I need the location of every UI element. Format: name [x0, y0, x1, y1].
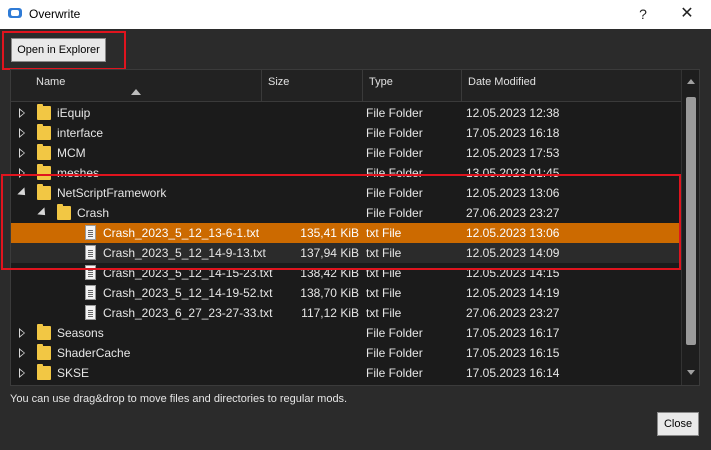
- collapsed-arrow-icon[interactable]: [17, 367, 27, 379]
- collapsed-arrow-icon[interactable]: [17, 347, 27, 359]
- folder-icon: [37, 104, 51, 120]
- file-row[interactable]: Crash_2023_5_12_14-19-52.txt 138,70 KiB tx…: [11, 283, 681, 303]
- row-type: File Folder: [366, 146, 423, 160]
- row-date: 27.06.2023 23:27: [466, 306, 560, 320]
- text-file-icon: [85, 285, 96, 300]
- column-header-type[interactable]: Type: [363, 70, 462, 102]
- collapsed-arrow-icon[interactable]: [17, 327, 27, 339]
- folder-icon: [37, 124, 51, 140]
- row-type: txt File: [366, 286, 402, 300]
- open-in-explorer-button[interactable]: Open in Explorer: [11, 38, 106, 62]
- row-name: iEquip: [57, 106, 91, 120]
- folder-icon: [37, 364, 51, 380]
- tree-header: Name Size Type Date Modified: [11, 70, 681, 102]
- row-date: 17.05.2023 16:14: [466, 366, 560, 380]
- folder-icon: [37, 144, 51, 160]
- row-date: 17.05.2023 16:18: [466, 126, 560, 140]
- row-date: 12.05.2023 14:19: [466, 286, 560, 300]
- text-file-icon: [85, 305, 96, 320]
- row-name: MCM: [57, 146, 86, 160]
- folder-row[interactable]: SKSE File Folder 17.05.2023 16:14: [11, 363, 681, 383]
- row-type: File Folder: [366, 326, 423, 340]
- folder-row[interactable]: ShaderCache File Folder 17.05.2023 16:15: [11, 343, 681, 363]
- folder-row[interactable]: interface File Folder 17.05.2023 16:18: [11, 123, 681, 143]
- folder-row[interactable]: MCM File Folder 12.05.2023 17:53: [11, 143, 681, 163]
- sort-ascending-icon: [131, 89, 141, 95]
- collapsed-arrow-icon[interactable]: [17, 127, 27, 139]
- row-type: txt File: [366, 306, 402, 320]
- row-type: File Folder: [366, 346, 423, 360]
- collapsed-arrow-icon[interactable]: [17, 107, 27, 119]
- row-type: File Folder: [366, 106, 423, 120]
- row-name: ShaderCache: [57, 346, 131, 360]
- scroll-thumb[interactable]: [686, 97, 696, 345]
- app-icon: [8, 8, 22, 18]
- file-row[interactable]: Crash_2023_6_27_23-27-33.txt 117,12 KiB tx…: [11, 303, 681, 323]
- column-header-date[interactable]: Date Modified: [462, 70, 681, 102]
- row-name: Seasons: [57, 326, 104, 340]
- window-title: Overwrite: [29, 7, 81, 21]
- close-button[interactable]: Close: [657, 412, 699, 436]
- vertical-scrollbar[interactable]: [681, 70, 699, 385]
- title-bar: Overwrite ? ✕: [0, 0, 711, 29]
- column-name-label: Name: [36, 76, 66, 88]
- row-size: 117,12 KiB: [301, 306, 359, 320]
- row-type: File Folder: [366, 366, 423, 380]
- scroll-up-icon[interactable]: [687, 79, 695, 84]
- row-name: SKSE: [57, 366, 90, 380]
- annotation-box-crash-files: [1, 174, 681, 270]
- drag-drop-hint: You can use drag&drop to move files and …: [10, 393, 348, 405]
- column-header-name[interactable]: Name: [11, 70, 262, 102]
- row-type: File Folder: [366, 126, 423, 140]
- row-name: Crash_2023_5_12_14-19-52.txt: [103, 286, 273, 300]
- row-size: 138,70 KiB: [300, 286, 359, 300]
- row-name: interface: [57, 126, 104, 140]
- help-button[interactable]: ?: [633, 4, 653, 24]
- folder-row[interactable]: iEquip File Folder 12.05.2023 12:38: [11, 103, 681, 123]
- close-icon[interactable]: ✕: [676, 4, 698, 24]
- collapsed-arrow-icon[interactable]: [17, 147, 27, 159]
- row-date: 12.05.2023 12:38: [466, 106, 560, 120]
- row-date: 17.05.2023 16:15: [466, 346, 560, 360]
- row-date: 17.05.2023 16:17: [466, 326, 560, 340]
- scroll-down-icon[interactable]: [687, 370, 695, 375]
- row-date: 12.05.2023 17:53: [466, 146, 560, 160]
- column-header-size[interactable]: Size: [262, 70, 363, 102]
- row-name: Crash_2023_6_27_23-27-33.txt: [103, 306, 273, 320]
- folder-icon: [37, 344, 51, 360]
- folder-row[interactable]: Seasons File Folder 17.05.2023 16:17: [11, 323, 681, 343]
- folder-icon: [37, 324, 51, 340]
